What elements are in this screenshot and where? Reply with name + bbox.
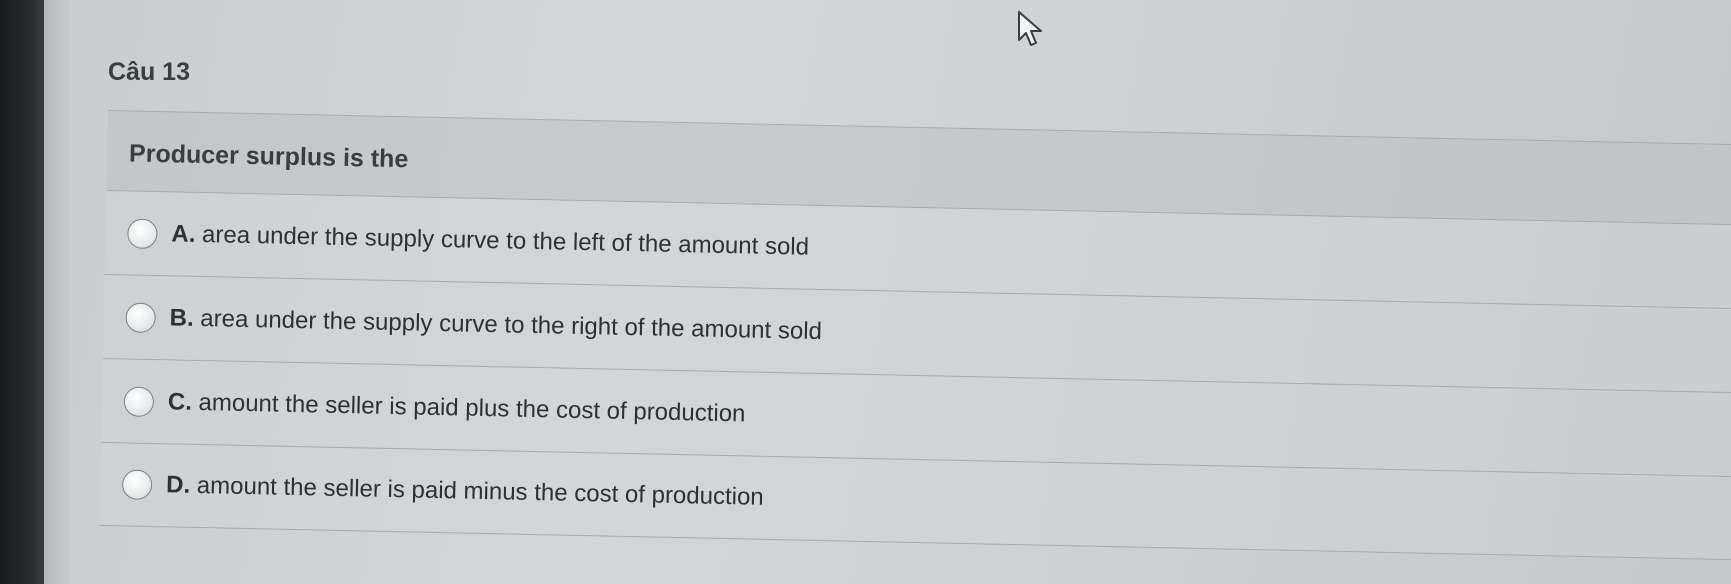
- option-label-c: C. amount the seller is paid plus the co…: [168, 388, 746, 428]
- option-label-a: A. area under the supply curve to the le…: [171, 220, 809, 261]
- monitor-bezel: [0, 0, 44, 584]
- option-letter-c: C.: [167, 387, 193, 416]
- option-text-c: amount the seller is paid plus the cost …: [198, 388, 746, 427]
- radio-button-c[interactable]: [123, 385, 155, 417]
- option-text-b: area under the supply curve to the right…: [200, 304, 823, 345]
- option-letter-b: B.: [169, 303, 194, 332]
- question-number: Câu 13: [108, 58, 190, 86]
- option-text-a: area under the supply curve to the left …: [201, 220, 810, 261]
- radio-button-b[interactable]: [125, 301, 156, 333]
- option-label-d: D. amount the seller is paid minus the c…: [166, 471, 764, 512]
- option-text-d: amount the seller is paid minus the cost…: [196, 471, 764, 511]
- option-letter-d: D.: [165, 471, 191, 499]
- option-label-b: B. area under the supply curve to the ri…: [169, 304, 822, 346]
- radio-button-a[interactable]: [127, 217, 158, 249]
- option-letter-a: A.: [171, 219, 196, 248]
- page-left-margin: [44, 0, 70, 584]
- radio-button-d[interactable]: [121, 469, 153, 501]
- mouse-pointer-icon: [1018, 11, 1042, 46]
- question-card: Producer surplus is the A. area under th…: [98, 110, 1731, 584]
